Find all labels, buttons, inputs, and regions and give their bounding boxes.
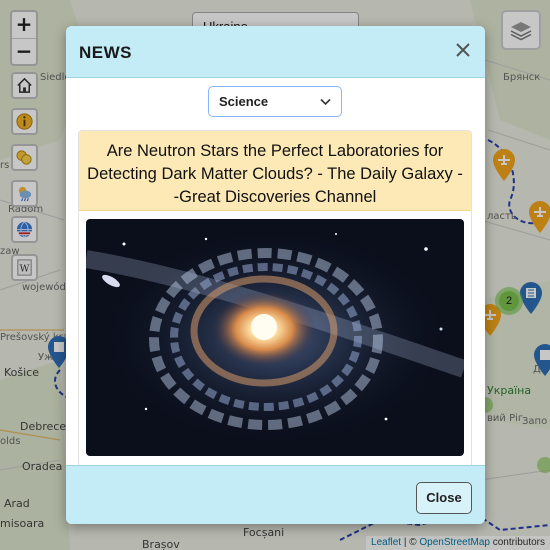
galaxy-image — [86, 219, 464, 456]
news-title[interactable]: Are Neutron Stars the Perfect Laboratori… — [79, 131, 471, 211]
category-select-value: Science — [219, 94, 269, 109]
news-image-galaxy[interactable] — [86, 219, 464, 456]
modal-header: NEWS — [66, 26, 485, 78]
modal-title: NEWS — [79, 43, 132, 62]
modal-footer: Close — [66, 465, 485, 524]
chevron-down-icon — [320, 98, 331, 106]
close-button[interactable]: Close — [416, 482, 472, 514]
news-card[interactable]: Are Neutron Stars the Perfect Laboratori… — [78, 130, 472, 470]
close-icon[interactable] — [453, 40, 473, 60]
category-select[interactable]: Science — [208, 86, 342, 117]
modal-body: Science Are Neutron Stars the Perfect La… — [66, 79, 485, 470]
news-modal: NEWS Science Are Neutron Stars the Perfe… — [66, 26, 485, 524]
